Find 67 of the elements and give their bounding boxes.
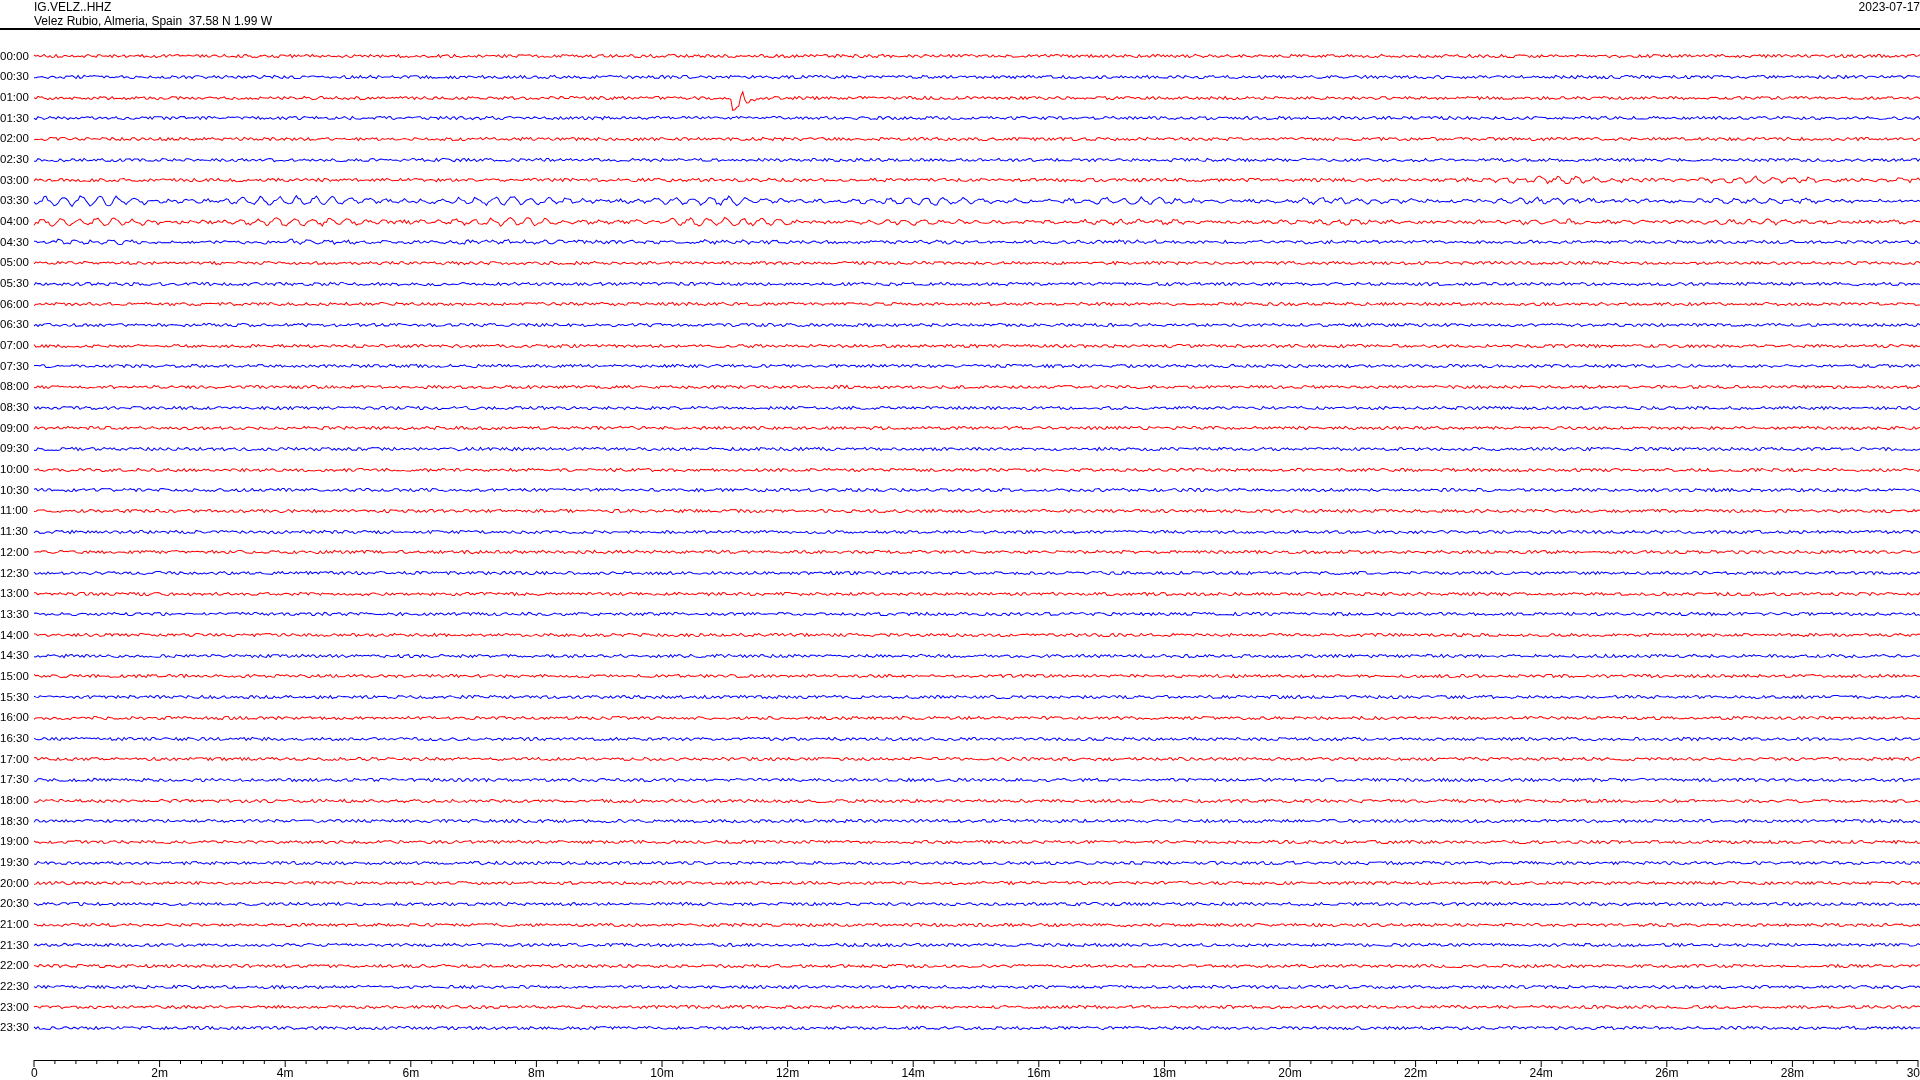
axis-label: 22m	[1403, 1066, 1428, 1078]
station-location: Velez Rubio, Almeria, Spain 37.58 N 1.99 W	[34, 14, 273, 28]
axis-label: 26m	[1655, 1066, 1679, 1078]
axis-label: 10m	[650, 1066, 674, 1078]
time-label: 03:30	[0, 193, 30, 209]
time-label: 06:00	[0, 296, 30, 312]
time-label: 19:00	[0, 834, 30, 850]
time-label: 06:30	[0, 317, 30, 333]
time-label: 04:30	[0, 234, 30, 250]
time-label: 01:00	[0, 90, 30, 106]
time-label: 23:30	[0, 1020, 30, 1036]
time-label: 11:00	[0, 503, 29, 519]
time-label: 22:30	[0, 978, 30, 994]
time-label: 10:00	[0, 462, 30, 478]
axis-label: 30	[1906, 1066, 1920, 1078]
time-label: 22:00	[0, 958, 30, 974]
time-label: 05:00	[0, 255, 30, 271]
time-label: 13:30	[0, 606, 30, 622]
time-label: 17:30	[0, 772, 30, 788]
time-label: 12:30	[0, 565, 30, 581]
time-label: 04:00	[0, 214, 30, 230]
time-label: 03:00	[0, 172, 30, 188]
axis-label: 28m	[1780, 1066, 1805, 1078]
axis-label: 14m	[901, 1066, 925, 1078]
axis-label: 0	[31, 1066, 38, 1078]
axis-label: 6m	[402, 1066, 420, 1078]
time-label: 11:30	[0, 524, 29, 540]
time-label: 07:00	[0, 338, 30, 354]
time-label: 16:00	[0, 710, 30, 726]
time-label: 14:30	[0, 648, 30, 664]
time-label: 02:00	[0, 131, 30, 147]
time-label: 09:00	[0, 420, 30, 436]
axis-label: 8m	[528, 1066, 545, 1078]
time-label: 07:30	[0, 358, 30, 374]
time-label: 15:00	[0, 668, 30, 684]
time-label: 20:00	[0, 875, 30, 891]
axis-label: 4m	[276, 1066, 294, 1078]
axis-label: 2m	[151, 1066, 168, 1078]
axis-label: 18m	[1152, 1066, 1177, 1078]
axis-label: 24m	[1529, 1066, 1553, 1078]
station-code: IG.VELZ..HHZ	[34, 0, 112, 14]
time-label: 15:30	[0, 689, 30, 705]
time-label: 21:30	[0, 937, 30, 953]
time-label: 18:30	[0, 813, 30, 829]
time-label: 10:30	[0, 482, 30, 498]
time-label: 02:30	[0, 152, 30, 168]
time-label: 01:30	[0, 110, 30, 126]
time-label: 20:30	[0, 896, 30, 912]
time-label: 08:30	[0, 400, 30, 416]
date-label: 2023-07-17	[1858, 0, 1920, 14]
time-label: 12:00	[0, 544, 30, 560]
time-label: 08:00	[0, 379, 30, 395]
time-label: 13:00	[0, 586, 30, 602]
time-label: 16:30	[0, 730, 30, 746]
time-label: 00:30	[0, 69, 30, 85]
time-label: 17:00	[0, 751, 30, 767]
axis-label: 12m	[775, 1066, 800, 1078]
time-label: 00:00	[0, 48, 30, 64]
time-label: 05:30	[0, 276, 30, 292]
time-label: 19:30	[0, 854, 30, 870]
axis-label: 20m	[1278, 1066, 1302, 1078]
time-label: 14:00	[0, 627, 30, 643]
time-label: 18:00	[0, 792, 30, 808]
axis-label: 16m	[1027, 1066, 1051, 1078]
time-label: 23:00	[0, 999, 30, 1015]
time-label: 09:30	[0, 441, 30, 457]
time-label: 21:00	[0, 916, 30, 932]
